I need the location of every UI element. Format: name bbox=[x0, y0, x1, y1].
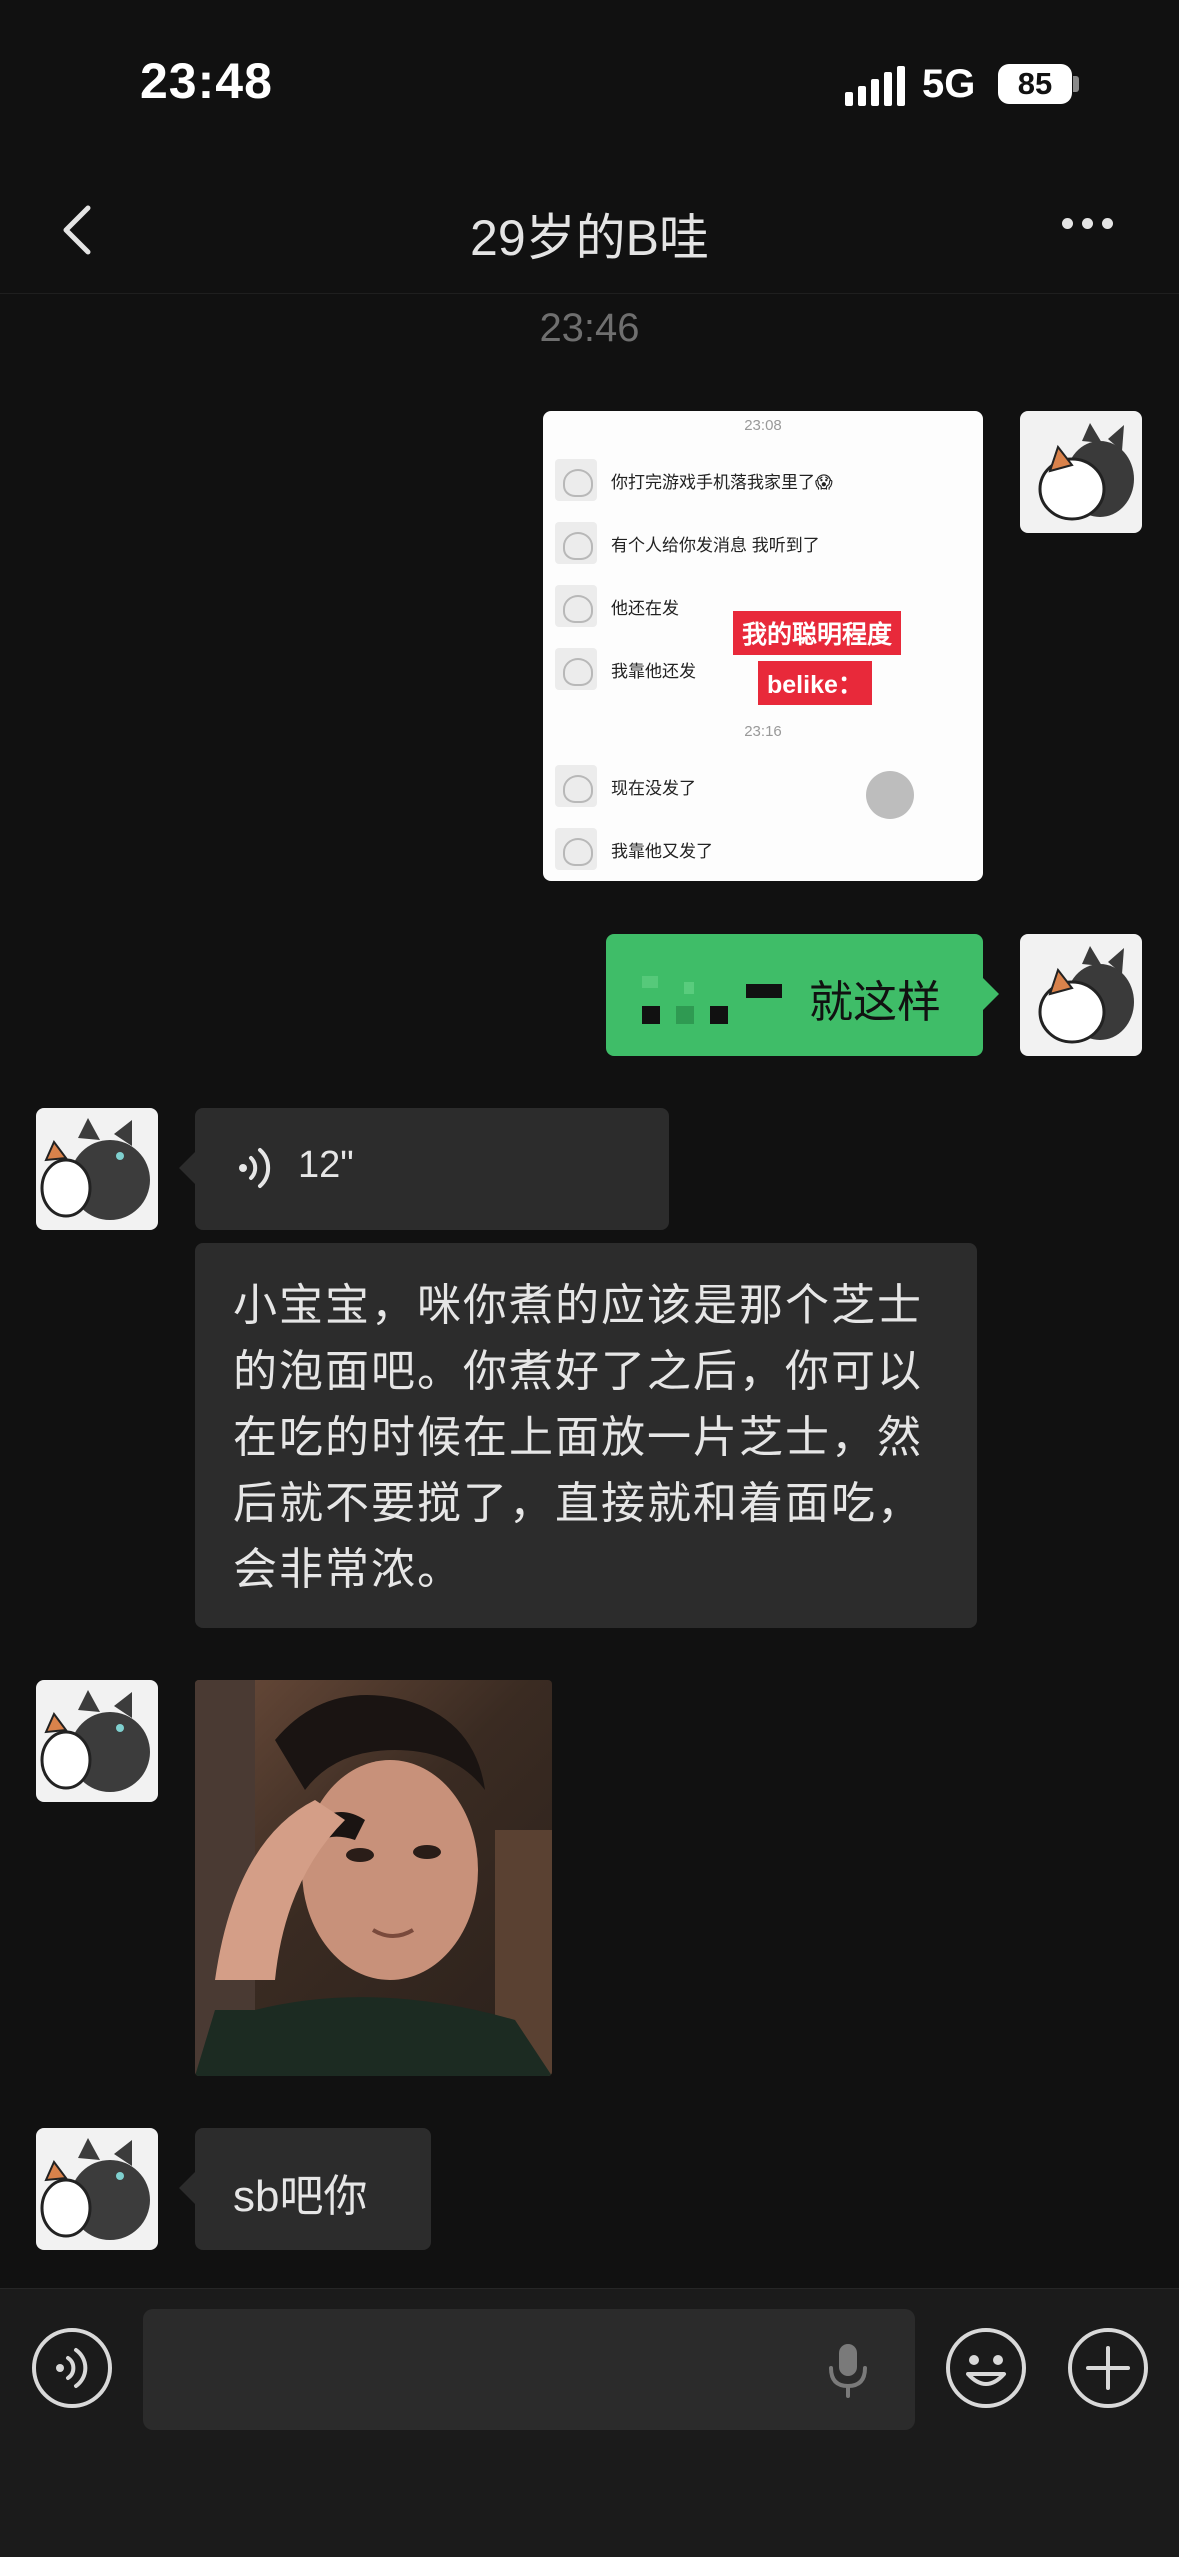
battery-level: 85 bbox=[1017, 66, 1053, 101]
header-divider bbox=[0, 293, 1179, 294]
screenshot-avatar bbox=[555, 585, 597, 627]
cat-avatar-icon bbox=[40, 1690, 150, 1792]
cat-avatar-icon bbox=[1038, 946, 1134, 1044]
screenshot-avatar bbox=[555, 648, 597, 690]
screenshot-overlay-caption: belike： bbox=[758, 661, 872, 705]
cellular-signal-icon bbox=[845, 66, 905, 106]
screenshot-row: 你打完游戏手机落我家里了😱 bbox=[555, 459, 833, 501]
pixelated-text bbox=[684, 982, 694, 994]
screenshot-play-circle bbox=[866, 771, 914, 819]
pixelated-text bbox=[676, 1006, 694, 1024]
screenshot-avatar bbox=[555, 522, 597, 564]
screenshot-row: 他还在发 bbox=[555, 585, 679, 627]
battery-icon: 85 bbox=[998, 64, 1072, 104]
screenshot-avatar bbox=[555, 459, 597, 501]
contact-avatar[interactable] bbox=[36, 1680, 158, 1802]
screenshot-row: 现在没发了 bbox=[555, 765, 696, 807]
screenshot-row: 有个人给你发消息 我听到了 bbox=[555, 522, 820, 564]
screenshot-avatar bbox=[555, 765, 597, 807]
my-avatar[interactable] bbox=[1020, 411, 1142, 533]
voice-message-bubble[interactable]: 12" bbox=[179, 1108, 669, 1230]
cat-avatar-icon bbox=[40, 1118, 150, 1220]
voice-duration: 12" bbox=[298, 1144, 354, 1186]
screenshot-avatar bbox=[555, 828, 597, 870]
network-type: 5G bbox=[922, 62, 976, 106]
screenshot-overlay-caption: 我的聪明程度 bbox=[733, 611, 902, 655]
pixelated-text bbox=[710, 1006, 728, 1024]
sent-image-message[interactable]: 23:08 你打完游戏手机落我家里了😱 有个人给你发消息 我听到了 他还在发 我… bbox=[543, 411, 983, 881]
cat-avatar-icon bbox=[40, 2138, 150, 2240]
emoji-icon[interactable] bbox=[944, 2326, 1028, 2410]
contact-avatar[interactable] bbox=[36, 1108, 158, 1230]
received-text: 小宝宝，咪你煮的应该是那个芝士的泡面吧。你煮好了之后，你可以在吃的时候在上面放一… bbox=[233, 1281, 923, 1594]
contact-avatar[interactable] bbox=[36, 2128, 158, 2250]
voice-toggle-icon[interactable] bbox=[30, 2326, 114, 2410]
received-text: sb吧你 bbox=[233, 2172, 368, 2221]
pixelated-text bbox=[642, 976, 658, 988]
received-text-bubble[interactable]: sb吧你 bbox=[179, 2128, 431, 2250]
microphone-icon[interactable] bbox=[825, 2340, 871, 2400]
sent-text: 就这样 bbox=[809, 978, 941, 1027]
sent-text-bubble[interactable]: 就这样 bbox=[606, 934, 999, 1056]
plus-icon[interactable] bbox=[1066, 2326, 1150, 2410]
thinking-man-photo bbox=[195, 1680, 552, 2076]
cat-avatar-icon bbox=[1038, 423, 1134, 521]
battery-cap bbox=[1073, 76, 1079, 92]
pixelated-text bbox=[642, 1006, 660, 1024]
voice-wave-icon bbox=[239, 1148, 271, 1188]
message-input[interactable] bbox=[143, 2309, 915, 2430]
pixelated-text bbox=[746, 984, 782, 998]
screenshot-row: 我靠他又发了 bbox=[555, 828, 713, 870]
message-timestamp: 23:46 bbox=[539, 306, 640, 350]
my-avatar[interactable] bbox=[1020, 934, 1142, 1056]
screenshot-time: 23:08 bbox=[744, 417, 782, 434]
status-time: 23:48 bbox=[140, 53, 273, 109]
received-text-bubble[interactable]: 小宝宝，咪你煮的应该是那个芝士的泡面吧。你煮好了之后，你可以在吃的时候在上面放一… bbox=[195, 1243, 977, 1628]
chat-title[interactable]: 29岁的B哇 bbox=[0, 198, 1179, 270]
screenshot-time: 23:16 bbox=[744, 723, 782, 740]
screenshot-row: 我靠他还发 bbox=[555, 648, 696, 690]
ellipsis-icon[interactable] bbox=[1062, 218, 1113, 229]
received-image-message[interactable] bbox=[195, 1680, 552, 2076]
